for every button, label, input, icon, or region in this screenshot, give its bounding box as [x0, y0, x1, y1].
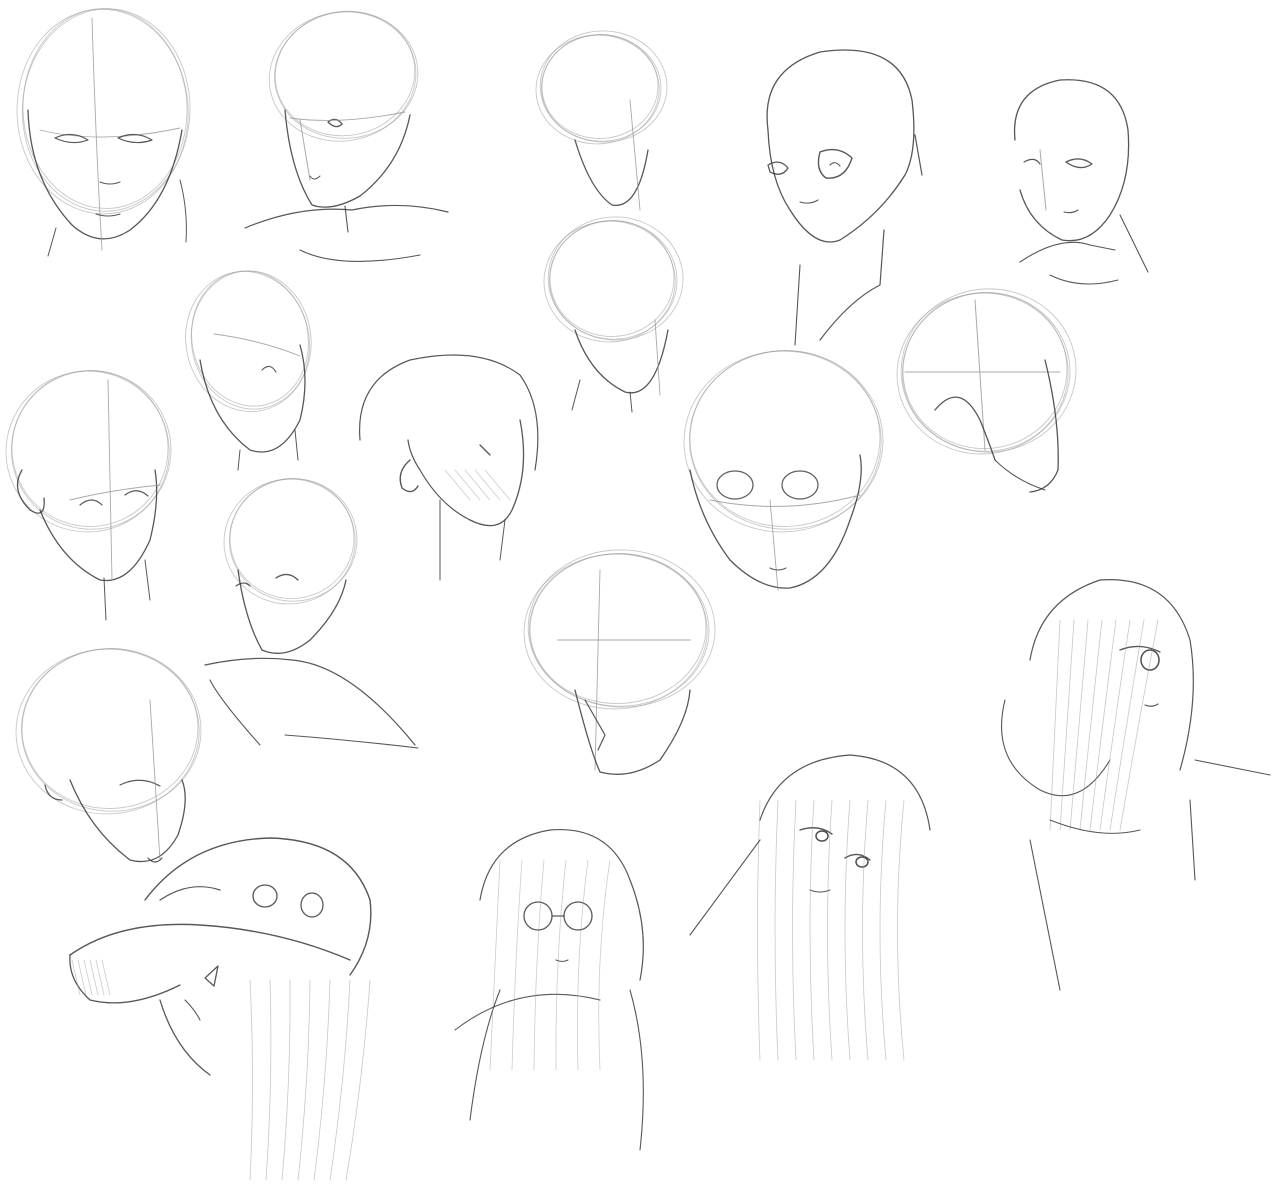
sketch-head-circle-7: [543, 216, 684, 413]
sketch-head-circle-13: [523, 549, 716, 775]
sketch-figure-straighthair-18: [689, 754, 931, 1061]
sketch-head-threequarter-2: [244, 10, 449, 262]
sketch-head-front-1: [16, 8, 191, 257]
sketch-sheet: [5, 8, 1271, 1181]
sketch-head-side-6: [185, 270, 312, 471]
sketch-head-mask-11: [683, 350, 884, 591]
sketch-head-ear-9: [5, 370, 172, 621]
head-study-sketches: [5, 8, 1271, 1181]
sketch-head-profile-10: [358, 354, 539, 581]
sketch-head-shoulders-12: [204, 478, 419, 749]
sketch-head-small-5: [1013, 79, 1149, 285]
sketch-head-lower-14: [15, 648, 202, 863]
sketch-figure-cap-16: [69, 837, 372, 1181]
sketch-head-grid-8: [896, 288, 1077, 493]
sketch-figure-glasses-17: [454, 828, 644, 1151]
sketch-figure-longhair-15: [1001, 579, 1271, 991]
sketch-head-anime-4: [766, 49, 923, 346]
sketch-head-circle-3: [535, 30, 668, 211]
